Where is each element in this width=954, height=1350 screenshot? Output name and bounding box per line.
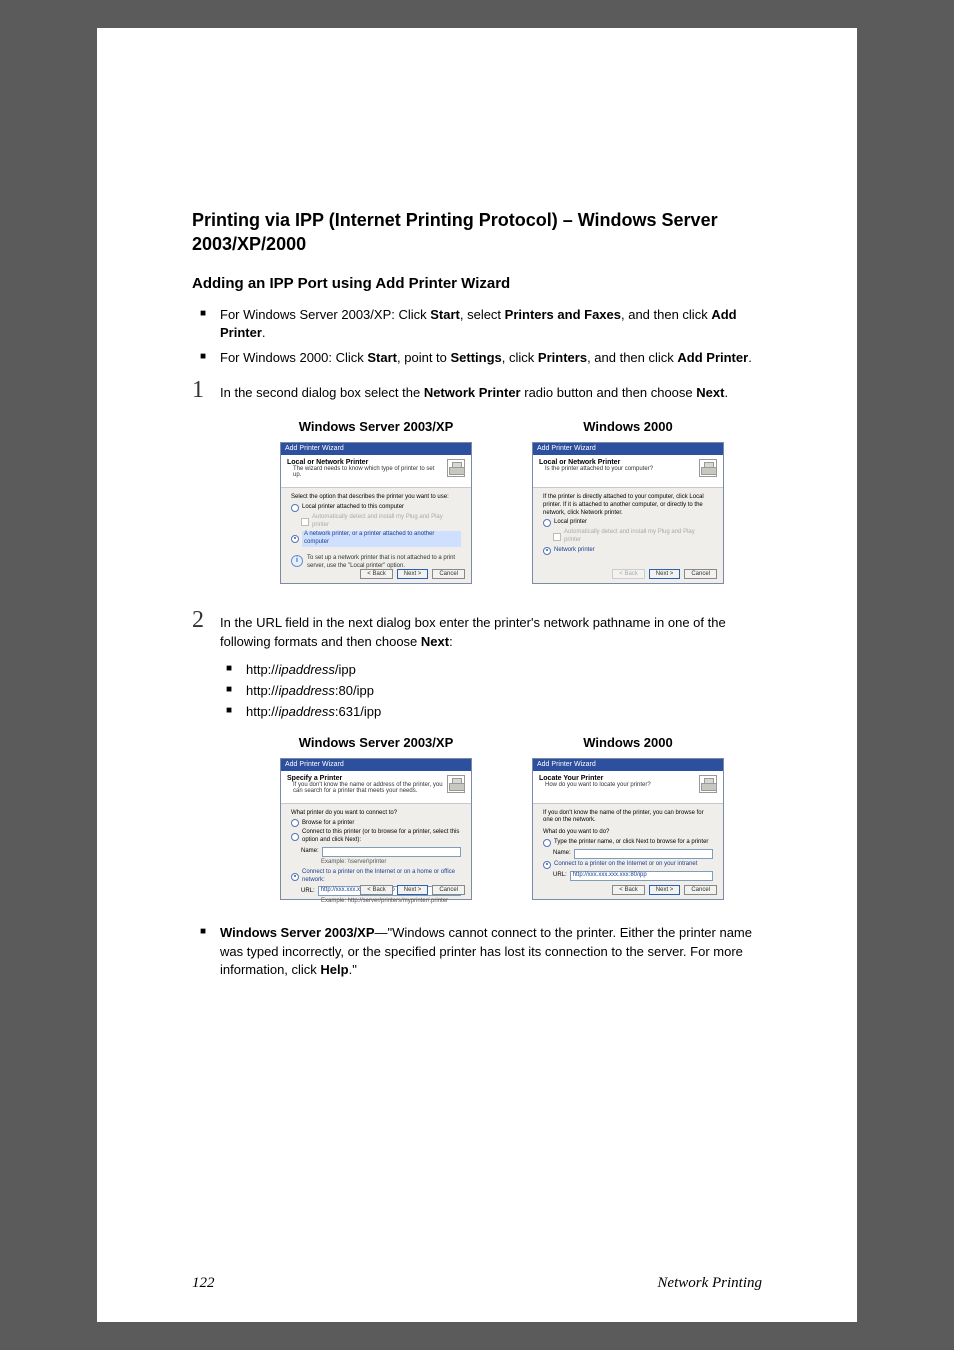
url-field[interactable]: http://xxx.xxx.xxx.xxx:80/ipp <box>570 871 713 881</box>
checkbox-autodetect[interactable]: Automatically detect and install my Plug… <box>301 514 461 530</box>
wizard-subheading: If you don't know the name or address of… <box>293 782 443 794</box>
cancel-button[interactable]: Cancel <box>684 569 717 579</box>
cancel-button[interactable]: Cancel <box>432 569 465 579</box>
wizard-subheading: Is the printer attached to your computer… <box>545 466 695 472</box>
wizard-xp-2: Add Printer Wizard Specify a Printer If … <box>280 758 472 900</box>
step-1: 1 In the second dialog box select the Ne… <box>192 378 762 403</box>
cancel-button[interactable]: Cancel <box>432 885 465 895</box>
prompt-text: If the printer is directly attached to y… <box>543 494 713 517</box>
screenshot-row-1: Windows Server 2003/XP Add Printer Wizar… <box>192 419 762 584</box>
page-number: 122 <box>192 1275 215 1292</box>
step-number: 1 <box>192 378 210 402</box>
prompt-text: If you don't know the name of the printe… <box>543 810 713 826</box>
radio-network[interactable]: A network printer, or a printer attached… <box>291 531 461 547</box>
caption-xp: Windows Server 2003/XP <box>280 419 472 434</box>
printer-icon <box>447 775 465 793</box>
section-subtitle: Adding an IPP Port using Add Printer Wiz… <box>192 275 762 292</box>
page-title: Printing via IPP (Internet Printing Prot… <box>192 208 762 257</box>
next-button[interactable]: Next > <box>649 569 681 579</box>
back-button[interactable]: < Back <box>360 885 393 895</box>
prompt-text: Select the option that describes the pri… <box>291 494 461 502</box>
titlebar: Add Printer Wizard <box>533 443 723 455</box>
cancel-button[interactable]: Cancel <box>684 885 717 895</box>
name-field[interactable] <box>322 847 461 857</box>
wizard-heading: Locate Your Printer <box>539 775 695 782</box>
titlebar: Add Printer Wizard <box>281 443 471 455</box>
wizard-subheading: The wizard needs to know which type of p… <box>293 466 443 478</box>
name-field[interactable] <box>574 849 713 859</box>
radio-network[interactable]: Network printer <box>543 547 713 555</box>
question-text: What do you want to do? <box>543 829 713 837</box>
intro-bullet-1: For Windows Server 2003/XP: Click Start,… <box>220 306 762 344</box>
url-list: http://ipaddress/ipp http://ipaddress:80… <box>192 662 762 719</box>
printer-icon <box>699 459 717 477</box>
next-button[interactable]: Next > <box>397 885 429 895</box>
intro-bullet-2: For Windows 2000: Click Start, point to … <box>220 349 762 368</box>
checkbox-autodetect[interactable]: Automatically detect and install my Plug… <box>553 529 713 545</box>
url-item: http://ipaddress:80/ipp <box>246 683 762 698</box>
back-button[interactable]: < Back <box>612 885 645 895</box>
step-text: In the URL field in the next dialog box … <box>220 608 762 652</box>
radio-type-name[interactable]: Type the printer name, or click Next to … <box>543 839 713 847</box>
step-text: In the second dialog box select the Netw… <box>220 378 762 403</box>
caption-2k: Windows 2000 <box>532 419 724 434</box>
document-page: Printing via IPP (Internet Printing Prot… <box>97 28 857 1322</box>
wizard-2k-2: Add Printer Wizard Locate Your Printer H… <box>532 758 724 900</box>
example-text: Example: \\server\printer <box>321 859 461 867</box>
step-2: 2 In the URL field in the next dialog bo… <box>192 608 762 652</box>
printer-icon <box>699 775 717 793</box>
note-item: Windows Server 2003/XP—"Windows cannot c… <box>220 924 762 981</box>
next-button[interactable]: Next > <box>397 569 429 579</box>
section-name: Network Printing <box>657 1275 762 1292</box>
radio-local[interactable]: Local printer attached to this computer <box>291 504 461 512</box>
radio-connect-url[interactable]: Connect to a printer on the Internet or … <box>543 861 713 869</box>
radio-local[interactable]: Local printer <box>543 519 713 527</box>
back-button[interactable]: < Back <box>612 569 645 579</box>
wizard-heading: Local or Network Printer <box>539 459 695 466</box>
printer-icon <box>447 459 465 477</box>
back-button[interactable]: < Back <box>360 569 393 579</box>
example-text: Example: http://server/printers/myprinte… <box>321 898 461 906</box>
info-icon: i <box>291 555 303 567</box>
name-label: Name: <box>553 850 571 858</box>
step-number: 2 <box>192 608 210 632</box>
intro-list: For Windows Server 2003/XP: Click Start,… <box>192 306 762 369</box>
caption-xp: Windows Server 2003/XP <box>280 735 472 750</box>
note-list: Windows Server 2003/XP—"Windows cannot c… <box>192 924 762 981</box>
url-item: http://ipaddress:631/ipp <box>246 704 762 719</box>
wizard-heading: Local or Network Printer <box>287 459 443 466</box>
titlebar: Add Printer Wizard <box>281 759 471 771</box>
screenshot-row-2: Windows Server 2003/XP Add Printer Wizar… <box>192 735 762 900</box>
radio-connect-name[interactable]: Connect to this printer (or to browse fo… <box>291 829 461 845</box>
wizard-heading: Specify a Printer <box>287 775 443 782</box>
next-button[interactable]: Next > <box>649 885 681 895</box>
wizard-xp-1: Add Printer Wizard Local or Network Prin… <box>280 442 472 584</box>
page-footer: 122 Network Printing <box>192 1275 762 1292</box>
url-item: http://ipaddress/ipp <box>246 662 762 677</box>
url-label: URL: <box>301 888 315 896</box>
wizard-subheading: How do you want to locate your printer? <box>545 782 695 788</box>
wizard-2k-1: Add Printer Wizard Local or Network Prin… <box>532 442 724 584</box>
radio-connect-url[interactable]: Connect to a printer on the Internet or … <box>291 869 461 885</box>
caption-2k: Windows 2000 <box>532 735 724 750</box>
name-label: Name: <box>301 848 319 856</box>
titlebar: Add Printer Wizard <box>533 759 723 771</box>
radio-browse[interactable]: Browse for a printer <box>291 819 461 827</box>
prompt-text: What printer do you want to connect to? <box>291 810 461 818</box>
url-label: URL: <box>553 872 567 880</box>
